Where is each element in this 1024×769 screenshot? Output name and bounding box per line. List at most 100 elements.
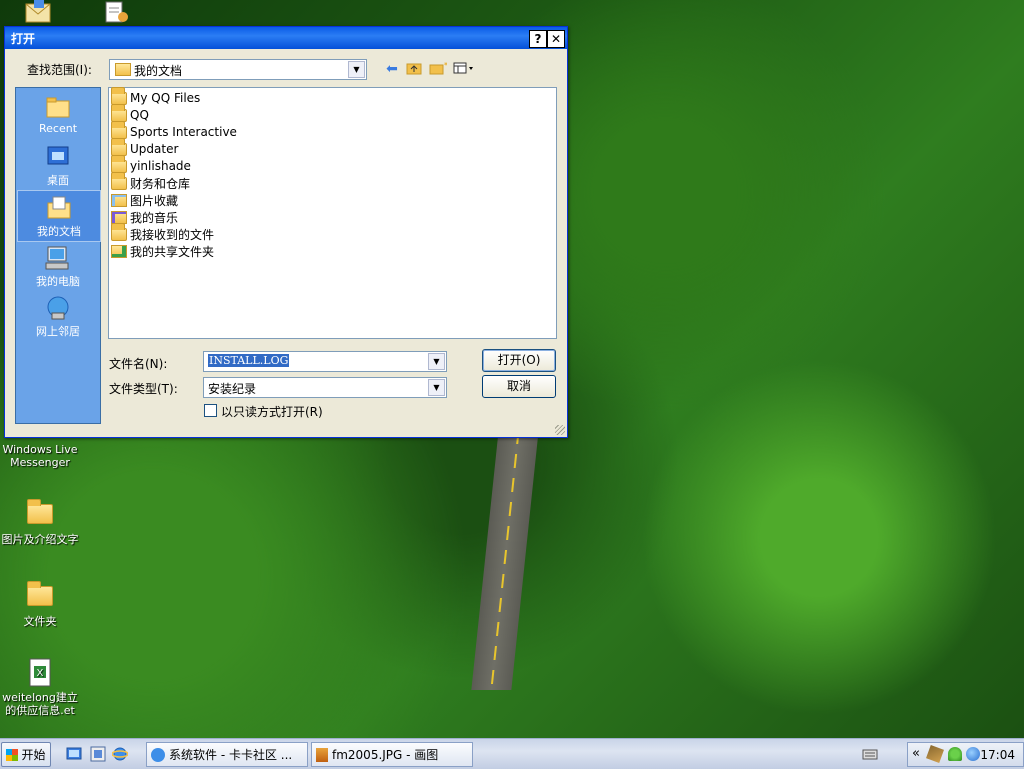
taskbar-item-paint[interactable]: fm2005.JPG - 画图 [311,742,473,767]
picture-folder-icon [111,193,127,207]
list-item[interactable]: 我的共享文件夹 [111,243,214,259]
filename-label: 文件名(N): [109,357,168,371]
folder-icon [111,154,127,173]
filetype-select[interactable]: 安装纪录 ▼ [203,377,447,398]
up-folder-icon[interactable] [405,61,423,77]
resize-grip-icon[interactable] [555,425,565,435]
folder-icon [111,222,127,241]
desktop-icon-folder[interactable]: 文件夹 [0,580,80,628]
music-folder-icon [111,210,127,224]
view-menu-icon[interactable] [453,61,475,77]
place-my-computer[interactable]: 我的电脑 [17,241,99,291]
desktop-icon-pictures-folder[interactable]: 图片及介绍文字 [0,498,80,546]
place-label: Recent [38,122,78,135]
look-in-label: 查找范围(I): [27,63,92,77]
clock: 17:04 [980,748,1015,762]
folder-icon [27,581,53,606]
close-button[interactable]: ✕ [547,30,565,48]
look-in-combo[interactable]: 我的文档 ▼ [109,59,367,80]
task-label: 系统软件 - 卡卡社区 ... [169,748,293,762]
file-name: 我的音乐 [130,210,179,225]
road-wallpaper-detail [471,430,539,690]
folder-icon [27,499,53,524]
desktop-icon-label: 文件夹 [23,615,57,628]
start-button[interactable]: 开始 [1,742,51,767]
place-my-documents[interactable]: 我的文档 [17,190,101,242]
file-name: Updater [130,142,179,156]
list-item[interactable]: 图片收藏 [111,192,178,208]
my-computer-icon [44,245,72,271]
file-name: My QQ Files [130,91,201,105]
svg-text:*: * [444,61,447,70]
look-in-value: 我的文档 [134,64,183,78]
chevron-down-icon[interactable]: ▼ [428,379,445,396]
window-switch-icon[interactable] [90,746,106,762]
desktop-icon [44,144,72,170]
desktop-icon-spreadsheet[interactable]: X weitelong建立的供应信息.et [0,658,80,717]
places-bar: Recent 桌面 我的文档 我的电脑 网上邻居 [15,87,101,424]
show-desktop-icon[interactable] [66,746,82,762]
folder-icon [111,137,127,156]
tray-expand-icon[interactable]: « [912,746,920,761]
internet-explorer-icon[interactable] [111,746,129,762]
shared-folder-icon [111,244,127,258]
new-folder-icon[interactable]: * [429,61,448,77]
taskbar: 开始 系统软件 - 卡卡社区 ... fm2005.JPG - 画图 « 17:… [0,738,1024,769]
place-label: 我的电脑 [36,275,80,288]
task-label: fm2005.JPG - 画图 [332,748,439,762]
place-network[interactable]: 网上邻居 [17,291,99,341]
list-item[interactable]: Sports Interactive [111,120,237,140]
dialog-title: 打开 [11,31,36,46]
file-name: 我接收到的文件 [130,227,215,242]
network-places-icon [44,295,72,321]
desktop-icon-label: weitelong建立的供应信息.et [2,691,78,717]
file-name: Sports Interactive [130,125,237,139]
my-documents-icon [45,195,73,221]
file-name: yinlishade [130,159,191,173]
browser-window-icon [151,747,165,762]
file-name: 财务和仓库 [130,176,191,191]
place-recent[interactable]: Recent [17,90,99,140]
readonly-checkbox[interactable] [204,404,217,417]
dialog-titlebar[interactable]: 打开 [5,27,567,49]
system-tray: « 17:04 [907,742,1024,767]
tray-globe-icon[interactable] [966,747,980,761]
paint-icon [316,747,328,762]
list-item[interactable]: 财务和仓库 [111,171,191,191]
svg-text:X: X [37,668,44,679]
file-name: 我的共享文件夹 [130,244,215,259]
keyboard-icon[interactable] [862,747,878,761]
file-name: QQ [130,108,149,122]
place-desktop[interactable]: 桌面 [17,140,99,190]
folder-icon [111,120,127,139]
spreadsheet-file-icon: X [25,658,55,688]
filename-value: INSTALL.LOG [208,354,290,367]
folder-icon [111,103,127,122]
open-file-dialog: 打开 ? ✕ 查找范围(I): 我的文档 ▼ ⬅ * Recent 桌面 我的文… [4,26,568,438]
help-button[interactable]: ? [529,30,547,48]
recent-folder-icon [44,94,72,120]
back-arrow-icon[interactable]: ⬅ [383,61,401,77]
file-list[interactable]: My QQ Files QQ Sports Interactive Update… [108,86,557,339]
start-label: 开始 [21,748,46,762]
notepad-icon[interactable] [102,0,130,24]
file-name: 图片收藏 [130,193,179,208]
place-label: 网上邻居 [36,325,80,338]
taskbar-item-system-software[interactable]: 系统软件 - 卡卡社区 ... [146,742,308,767]
my-documents-icon [115,63,131,76]
list-item[interactable]: 我接收到的文件 [111,222,215,242]
tray-network-icon[interactable] [948,747,962,761]
desktop-icon-label: Windows Live Messenger [2,443,78,469]
open-button[interactable]: 打开(O) [482,349,556,372]
chevron-down-icon[interactable]: ▼ [428,353,445,370]
chevron-down-icon[interactable]: ▼ [348,61,365,78]
envelope-icon[interactable] [24,0,52,24]
desktop-icon-label: 图片及介绍文字 [1,533,79,546]
windows-logo-icon [6,748,19,761]
filename-input[interactable]: INSTALL.LOG ▼ [203,351,447,372]
place-label: 桌面 [47,174,69,187]
tray-tool-icon[interactable] [926,745,944,763]
folder-icon [111,86,127,105]
cancel-button[interactable]: 取消 [482,375,556,398]
readonly-label: 以只读方式打开(R) [221,405,323,419]
